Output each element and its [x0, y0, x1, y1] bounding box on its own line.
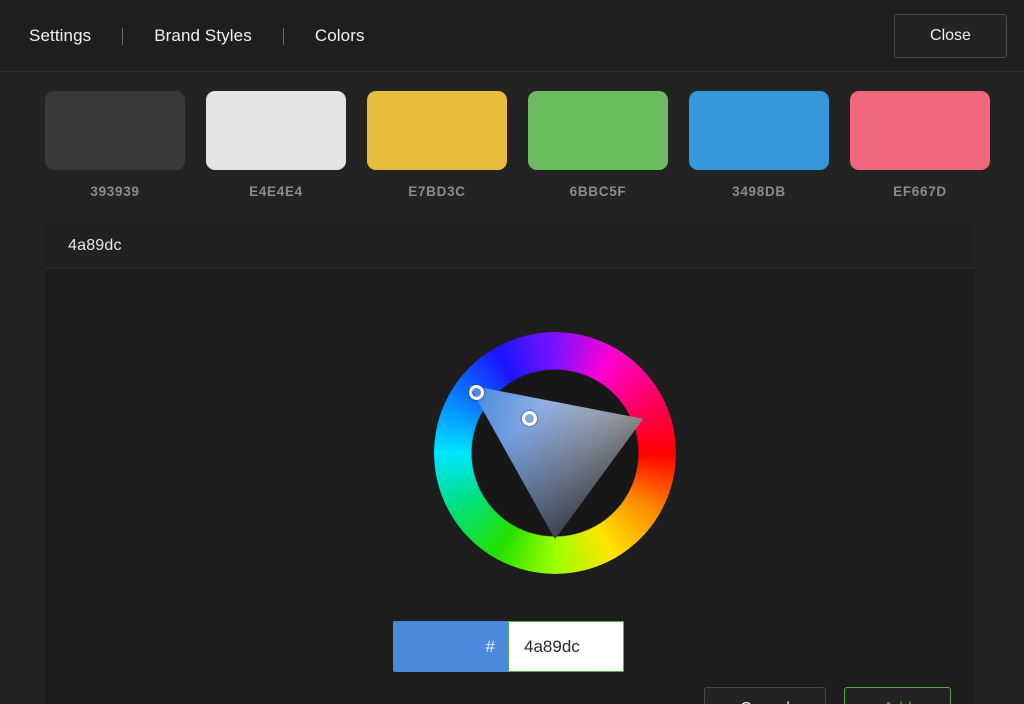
breadcrumb-item-brand-styles[interactable]: Brand Styles — [152, 22, 254, 50]
swatch-chip[interactable] — [528, 91, 668, 170]
swatch-item[interactable]: 6BBC5F — [528, 91, 668, 201]
color-wheel[interactable] — [434, 332, 676, 574]
close-button[interactable]: Close — [894, 14, 1007, 58]
hash-symbol: # — [486, 637, 495, 657]
swatch-chip[interactable] — [45, 91, 185, 170]
hex-input-row: # — [393, 621, 624, 672]
swatch-chip[interactable] — [850, 91, 990, 170]
color-swatch-list: 393939 E4E4E4 E7BD3C 6BBC5F 3498DB EF667… — [45, 91, 980, 201]
picker-actions: Cancel Add — [704, 687, 951, 704]
breadcrumb-item-settings[interactable]: Settings — [27, 22, 93, 50]
swatch-item[interactable]: E4E4E4 — [206, 91, 346, 201]
breadcrumb-item-colors[interactable]: Colors — [313, 22, 367, 50]
swatch-hex-label: 6BBC5F — [570, 184, 627, 199]
swatch-item[interactable]: E7BD3C — [367, 91, 507, 201]
breadcrumb: Settings Brand Styles Colors — [27, 0, 367, 72]
swatch-hex-label: 3498DB — [732, 184, 786, 199]
color-settings-screen: Settings Brand Styles Colors Close 39393… — [0, 0, 1024, 704]
swatch-item[interactable]: 3498DB — [689, 91, 829, 201]
swatch-item[interactable]: EF667D — [850, 91, 990, 201]
breadcrumb-separator — [122, 28, 123, 45]
hue-marker-icon[interactable] — [469, 385, 484, 400]
add-button[interactable]: Add — [844, 687, 951, 704]
swatch-chip[interactable] — [367, 91, 507, 170]
hex-input-container[interactable] — [508, 621, 624, 672]
color-picker-header: 4a89dc — [45, 224, 975, 269]
swatch-hex-label: 393939 — [90, 184, 139, 199]
breadcrumb-separator — [283, 28, 284, 45]
color-preview-swatch[interactable]: # — [393, 621, 508, 672]
cancel-button[interactable]: Cancel — [704, 687, 826, 704]
swatch-hex-label: E7BD3C — [408, 184, 465, 199]
swatch-chip[interactable] — [206, 91, 346, 170]
swatch-hex-label: EF667D — [893, 184, 947, 199]
hex-input[interactable] — [523, 635, 609, 659]
color-picker-body: # Cancel Add — [45, 269, 975, 704]
color-picker-panel: 4a89dc # Cancel — [45, 224, 975, 704]
swatch-item[interactable]: 393939 — [45, 91, 185, 201]
swatch-hex-label: E4E4E4 — [249, 184, 303, 199]
swatch-chip[interactable] — [689, 91, 829, 170]
saturation-value-marker-icon[interactable] — [522, 411, 537, 426]
color-picker-title: 4a89dc — [68, 237, 122, 255]
app-header: Settings Brand Styles Colors Close — [0, 0, 1024, 72]
